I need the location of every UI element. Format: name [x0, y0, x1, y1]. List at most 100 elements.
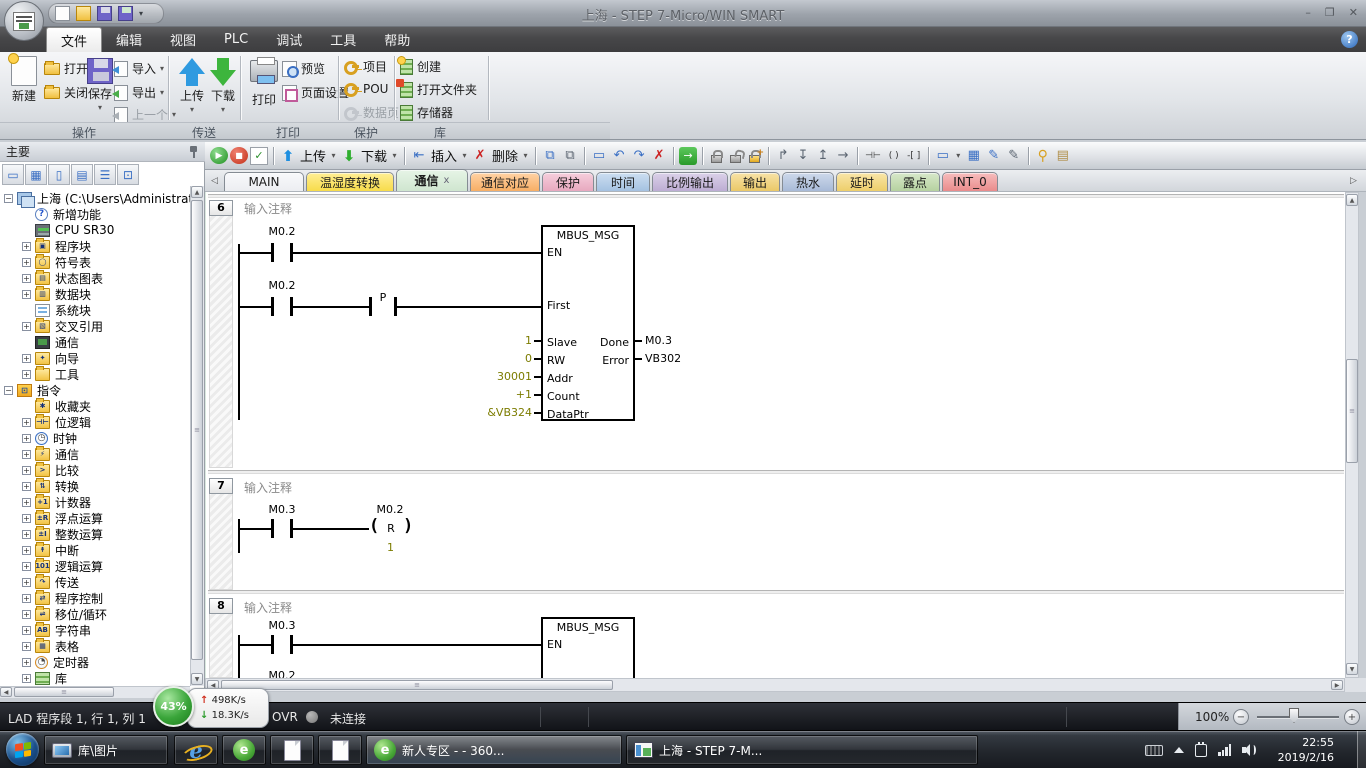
delete-dropdown-icon[interactable]: ▾ — [521, 146, 530, 166]
program-tab-热水[interactable]: 热水 — [782, 172, 834, 191]
zoom-in-button[interactable]: + — [1344, 709, 1360, 725]
taskbar-document2-button[interactable] — [318, 735, 362, 765]
cross-ref-icon[interactable]: ☰ — [94, 164, 116, 185]
show-desktop-button[interactable] — [1357, 731, 1366, 768]
contact[interactable] — [271, 297, 274, 316]
tree-item-逻辑运算[interactable]: +101逻辑运算 — [0, 558, 190, 574]
contact[interactable] — [271, 635, 274, 654]
lock-add-icon[interactable] — [749, 155, 760, 163]
box-instruction-icon[interactable]: -[ ] — [905, 146, 923, 166]
new-button[interactable]: 新建 — [4, 56, 44, 104]
scroll-thumb[interactable]: ≡ — [221, 680, 613, 690]
tree-item-工具[interactable]: +工具 — [0, 366, 190, 382]
contact-icon[interactable]: ⊣⊢ — [863, 146, 883, 166]
branch-right-icon[interactable]: → — [834, 146, 852, 166]
tree-item-表格[interactable]: +▦表格 — [0, 638, 190, 654]
save-dropdown-icon[interactable]: ▾ — [98, 103, 102, 112]
upload-dropdown-icon[interactable]: ▾ — [329, 146, 338, 166]
previous-button[interactable]: 上一个 ▾ — [114, 106, 176, 123]
upload-label[interactable]: 上传 — [300, 146, 326, 165]
output-operand[interactable]: M0.3 — [645, 334, 672, 347]
lock-icon[interactable] — [711, 155, 722, 163]
close-button[interactable]: ✕ — [1349, 6, 1358, 19]
expand-icon[interactable]: + — [22, 578, 31, 587]
taskbar-clock[interactable]: 22:55 2019/2/16 — [1278, 735, 1334, 765]
address-table-icon[interactable]: ▦ — [965, 146, 983, 166]
tree-item-位逻辑[interactable]: +⊣⊢位逻辑 — [0, 414, 190, 430]
download-button[interactable]: 下载 ▾ — [203, 58, 243, 114]
edge-contact[interactable] — [369, 297, 372, 316]
tree-item-系统块[interactable]: 系统块 — [0, 302, 190, 318]
tree-item-字符串[interactable]: +AB字符串 — [0, 622, 190, 638]
scroll-down-icon[interactable]: ▼ — [191, 673, 203, 685]
expand-icon[interactable]: + — [22, 370, 31, 379]
tree-item-向导[interactable]: +✦向导 — [0, 350, 190, 366]
program-tab-保护[interactable]: 保护 — [542, 172, 594, 191]
editor-vertical-scrollbar[interactable]: ▲ ≡ ▼ — [1345, 192, 1359, 678]
tab-close-icon[interactable]: x — [444, 175, 450, 186]
safely-remove-icon[interactable] — [1195, 744, 1207, 757]
expand-icon[interactable]: + — [22, 498, 31, 507]
branch-up-icon[interactable]: ↥ — [814, 146, 832, 166]
goto-icon[interactable]: → — [679, 147, 697, 165]
import-dropdown-icon[interactable]: ▾ — [160, 64, 164, 73]
network-number[interactable]: 6 — [209, 200, 233, 216]
protect-project-button[interactable]: 项目 — [343, 58, 387, 75]
print-button[interactable]: 打印 — [244, 56, 284, 108]
expand-icon[interactable]: + — [22, 626, 31, 635]
upload-dropdown-icon[interactable]: ▾ — [190, 105, 194, 114]
contact-address[interactable]: M0.2 — [269, 669, 296, 678]
tree-item-状态图表[interactable]: +▤状态图表 — [0, 270, 190, 286]
redo-icon[interactable]: ↷ — [630, 146, 648, 166]
menu-item-PLC[interactable]: PLC — [210, 27, 262, 52]
tree-item-计数器[interactable]: ++1计数器 — [0, 494, 190, 510]
expand-icon[interactable]: + — [22, 546, 31, 555]
tree-item-时钟[interactable]: +◷时钟 — [0, 430, 190, 446]
symbol-tag-icon[interactable]: ▭ — [934, 146, 952, 166]
menu-item-视图[interactable]: 视图 — [156, 27, 210, 52]
mbus-msg-block[interactable]: MBUS_MSG EN First Slave RW Addr Count Da… — [541, 225, 635, 421]
tab-scroll-right-icon[interactable]: ▷ — [1347, 174, 1360, 188]
taskbar-photos-button[interactable]: 库\图片 — [44, 735, 168, 765]
expand-icon[interactable]: + — [22, 658, 31, 667]
param-value[interactable]: 30001 — [470, 370, 532, 383]
expand-icon[interactable]: + — [22, 290, 31, 299]
tree-item-中断[interactable]: +↟中断 — [0, 542, 190, 558]
tree-item-移位/循环[interactable]: +⇌移位/循环 — [0, 606, 190, 622]
menu-item-文件[interactable]: 文件 — [46, 27, 102, 52]
tree-item-新增功能[interactable]: ?新增功能 — [0, 206, 190, 222]
edit-address-icon[interactable]: ✎ — [1005, 146, 1023, 166]
library-memory-button[interactable]: 存储器 — [400, 104, 453, 121]
symbol-table-icon[interactable]: ▭ — [2, 164, 24, 185]
delete-network-icon[interactable]: ⧉ — [561, 146, 579, 166]
menu-item-调试[interactable]: 调试 — [262, 27, 316, 52]
taskbar-ie-button[interactable]: e — [174, 735, 218, 765]
volume-icon[interactable] — [1242, 744, 1256, 756]
editor-horizontal-scrollbar[interactable]: ◀ ≡ ▶ — [205, 678, 1345, 692]
contact-address[interactable]: M0.3 — [269, 503, 296, 516]
program-tab-通信[interactable]: 通信x — [396, 169, 468, 191]
coil-operand[interactable]: 1 — [387, 541, 394, 554]
expand-icon[interactable]: + — [22, 354, 31, 363]
undo-icon[interactable]: ↶ — [610, 146, 628, 166]
zoom-slider-thumb[interactable] — [1289, 708, 1299, 723]
protect-pou-button[interactable]: POU — [343, 81, 388, 97]
library-openfolder-button[interactable]: 打开文件夹 — [400, 81, 477, 98]
program-tab-MAIN[interactable]: MAIN — [224, 172, 304, 191]
scroll-thumb[interactable]: ≡ — [1346, 359, 1358, 463]
expand-icon[interactable]: + — [22, 274, 31, 283]
ladder-editor[interactable]: 6 输入注释 M0.2 M0.2 P MBUS_MSG EN First Sla… — [205, 192, 1345, 678]
erase-icon[interactable]: ✗ — [650, 146, 668, 166]
export-button[interactable]: 导出 ▾ — [114, 84, 164, 101]
tree-item-符号表[interactable]: +◯符号表 — [0, 254, 190, 270]
param-value[interactable]: &VB324 — [470, 406, 532, 419]
menu-item-帮助[interactable]: 帮助 — [370, 27, 424, 52]
menu-item-编辑[interactable]: 编辑 — [102, 27, 156, 52]
network-comment[interactable]: 输入注释 — [244, 599, 292, 616]
expand-icon[interactable]: + — [22, 450, 31, 459]
import-button[interactable]: 导入 ▾ — [114, 60, 164, 77]
run-icon[interactable]: ▶ — [210, 147, 228, 164]
symbol-dropdown-icon[interactable]: ▾ — [954, 146, 963, 166]
tree-item-指令[interactable]: −⊡指令 — [0, 382, 190, 398]
tree-item-上海 (C:\Users\Administrator.[interactable]: −上海 (C:\Users\Administrator. — [0, 190, 190, 206]
